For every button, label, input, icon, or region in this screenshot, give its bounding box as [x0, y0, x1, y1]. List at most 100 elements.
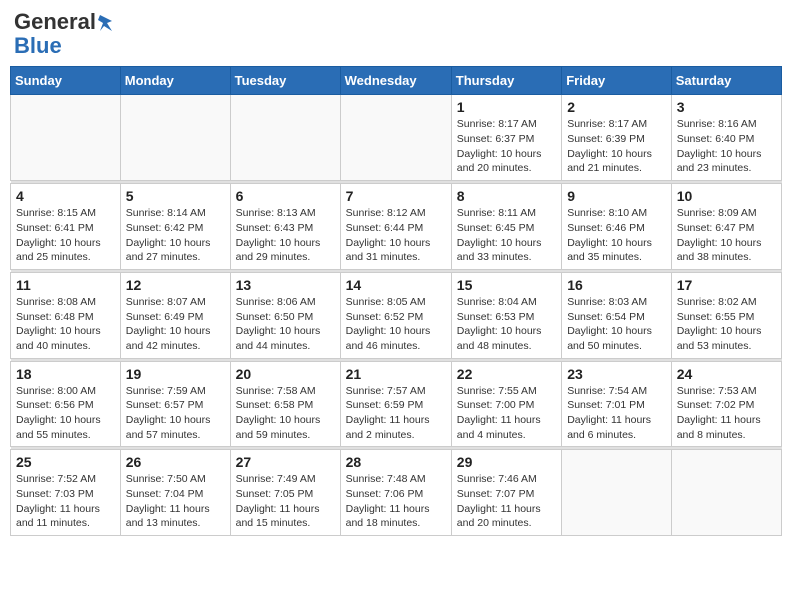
day-number: 13: [236, 277, 335, 293]
day-number: 6: [236, 188, 335, 204]
calendar-cell: 28 Sunrise: 7:48 AM Sunset: 7:06 PM Dayli…: [340, 450, 451, 536]
day-number: 29: [457, 454, 556, 470]
calendar-cell: 8 Sunrise: 8:11 AM Sunset: 6:45 PM Daylig…: [451, 184, 561, 270]
day-number: 23: [567, 366, 666, 382]
day-number: 26: [126, 454, 225, 470]
calendar-cell: 20 Sunrise: 7:58 AM Sunset: 6:58 PM Dayli…: [230, 361, 340, 447]
day-number: 8: [457, 188, 556, 204]
calendar-cell: 23 Sunrise: 7:54 AM Sunset: 7:01 PM Dayli…: [562, 361, 672, 447]
calendar-cell: 3Sunrise: 8:16 AM Sunset: 6:40 PM Daylig…: [671, 95, 781, 181]
day-info: Sunrise: 8:16 AM Sunset: 6:40 PM Dayligh…: [677, 117, 776, 176]
day-info: Sunrise: 8:12 AM Sunset: 6:44 PM Dayligh…: [346, 206, 446, 265]
day-number: 14: [346, 277, 446, 293]
day-number: 9: [567, 188, 666, 204]
calendar-cell: 1Sunrise: 8:17 AM Sunset: 6:37 PM Daylig…: [451, 95, 561, 181]
header-sunday: Sunday: [11, 67, 121, 95]
header-friday: Friday: [562, 67, 672, 95]
day-number: 15: [457, 277, 556, 293]
day-number: 27: [236, 454, 335, 470]
calendar-cell: 29 Sunrise: 7:46 AM Sunset: 7:07 PM Dayli…: [451, 450, 561, 536]
calendar-cell: 24Sunrise: 7:53 AM Sunset: 7:02 PM Dayli…: [671, 361, 781, 447]
calendar-cell: 12 Sunrise: 8:07 AM Sunset: 6:49 PM Dayli…: [120, 272, 230, 358]
logo-line1: General: [14, 10, 114, 34]
calendar-cell: 6 Sunrise: 8:13 AM Sunset: 6:43 PM Daylig…: [230, 184, 340, 270]
calendar-cell: [230, 95, 340, 181]
calendar-cell: 21 Sunrise: 7:57 AM Sunset: 6:59 PM Dayli…: [340, 361, 451, 447]
calendar-cell: 14 Sunrise: 8:05 AM Sunset: 6:52 PM Dayli…: [340, 272, 451, 358]
calendar-cell: 16Sunrise: 8:03 AM Sunset: 6:54 PM Dayli…: [562, 272, 672, 358]
calendar-cell: 7Sunrise: 8:12 AM Sunset: 6:44 PM Daylig…: [340, 184, 451, 270]
calendar-cell: 19 Sunrise: 7:59 AM Sunset: 6:57 PM Dayli…: [120, 361, 230, 447]
calendar-header-row: SundayMondayTuesdayWednesdayThursdayFrid…: [11, 67, 782, 95]
day-number: 18: [16, 366, 115, 382]
day-info: Sunrise: 8:13 AM Sunset: 6:43 PM Dayligh…: [236, 206, 335, 265]
day-info: Sunrise: 8:07 AM Sunset: 6:49 PM Dayligh…: [126, 295, 225, 354]
day-number: 20: [236, 366, 335, 382]
logo-line2: Blue: [14, 34, 62, 58]
day-info: Sunrise: 8:10 AM Sunset: 6:46 PM Dayligh…: [567, 206, 666, 265]
calendar-week-1: 4 Sunrise: 8:15 AM Sunset: 6:41 PM Daylig…: [11, 184, 782, 270]
day-number: 17: [677, 277, 776, 293]
calendar-cell: 2 Sunrise: 8:17 AM Sunset: 6:39 PM Daylig…: [562, 95, 672, 181]
calendar-cell: 27 Sunrise: 7:49 AM Sunset: 7:05 PM Dayli…: [230, 450, 340, 536]
day-info: Sunrise: 7:49 AM Sunset: 7:05 PM Dayligh…: [236, 472, 335, 531]
day-info: Sunrise: 7:48 AM Sunset: 7:06 PM Dayligh…: [346, 472, 446, 531]
day-number: 25: [16, 454, 115, 470]
calendar-cell: 25 Sunrise: 7:52 AM Sunset: 7:03 PM Dayli…: [11, 450, 121, 536]
day-info: Sunrise: 8:02 AM Sunset: 6:55 PM Dayligh…: [677, 295, 776, 354]
day-info: Sunrise: 7:46 AM Sunset: 7:07 PM Dayligh…: [457, 472, 556, 531]
day-info: Sunrise: 7:58 AM Sunset: 6:58 PM Dayligh…: [236, 384, 335, 443]
calendar-cell: 5 Sunrise: 8:14 AM Sunset: 6:42 PM Daylig…: [120, 184, 230, 270]
day-number: 12: [126, 277, 225, 293]
header-monday: Monday: [120, 67, 230, 95]
calendar-cell: [562, 450, 672, 536]
calendar-cell: 17 Sunrise: 8:02 AM Sunset: 6:55 PM Dayli…: [671, 272, 781, 358]
day-info: Sunrise: 7:59 AM Sunset: 6:57 PM Dayligh…: [126, 384, 225, 443]
day-info: Sunrise: 8:03 AM Sunset: 6:54 PM Dayligh…: [567, 295, 666, 354]
day-number: 11: [16, 277, 115, 293]
day-info: Sunrise: 8:00 AM Sunset: 6:56 PM Dayligh…: [16, 384, 115, 443]
calendar-cell: [340, 95, 451, 181]
day-info: Sunrise: 8:05 AM Sunset: 6:52 PM Dayligh…: [346, 295, 446, 354]
day-number: 19: [126, 366, 225, 382]
day-info: Sunrise: 8:04 AM Sunset: 6:53 PM Dayligh…: [457, 295, 556, 354]
day-info: Sunrise: 8:06 AM Sunset: 6:50 PM Dayligh…: [236, 295, 335, 354]
calendar-cell: 4 Sunrise: 8:15 AM Sunset: 6:41 PM Daylig…: [11, 184, 121, 270]
calendar-cell: [11, 95, 121, 181]
calendar-week-3: 18 Sunrise: 8:00 AM Sunset: 6:56 PM Dayli…: [11, 361, 782, 447]
header: General Blue: [10, 10, 782, 58]
day-number: 24: [677, 366, 776, 382]
day-number: 1: [457, 99, 556, 115]
calendar-cell: [120, 95, 230, 181]
header-tuesday: Tuesday: [230, 67, 340, 95]
day-number: 22: [457, 366, 556, 382]
day-info: Sunrise: 8:08 AM Sunset: 6:48 PM Dayligh…: [16, 295, 115, 354]
calendar-week-0: 1Sunrise: 8:17 AM Sunset: 6:37 PM Daylig…: [11, 95, 782, 181]
day-info: Sunrise: 7:54 AM Sunset: 7:01 PM Dayligh…: [567, 384, 666, 443]
day-info: Sunrise: 8:14 AM Sunset: 6:42 PM Dayligh…: [126, 206, 225, 265]
header-thursday: Thursday: [451, 67, 561, 95]
calendar-cell: 22 Sunrise: 7:55 AM Sunset: 7:00 PM Dayli…: [451, 361, 561, 447]
header-saturday: Saturday: [671, 67, 781, 95]
day-number: 10: [677, 188, 776, 204]
calendar-cell: [671, 450, 781, 536]
day-number: 2: [567, 99, 666, 115]
calendar-cell: 9 Sunrise: 8:10 AM Sunset: 6:46 PM Daylig…: [562, 184, 672, 270]
calendar-cell: 11 Sunrise: 8:08 AM Sunset: 6:48 PM Dayli…: [11, 272, 121, 358]
day-info: Sunrise: 8:17 AM Sunset: 6:39 PM Dayligh…: [567, 117, 666, 176]
day-info: Sunrise: 7:57 AM Sunset: 6:59 PM Dayligh…: [346, 384, 446, 443]
logo: General Blue: [14, 10, 114, 58]
calendar-week-2: 11 Sunrise: 8:08 AM Sunset: 6:48 PM Dayli…: [11, 272, 782, 358]
calendar-cell: 18 Sunrise: 8:00 AM Sunset: 6:56 PM Dayli…: [11, 361, 121, 447]
day-number: 4: [16, 188, 115, 204]
day-info: Sunrise: 7:50 AM Sunset: 7:04 PM Dayligh…: [126, 472, 225, 531]
day-number: 5: [126, 188, 225, 204]
day-info: Sunrise: 8:11 AM Sunset: 6:45 PM Dayligh…: [457, 206, 556, 265]
calendar-cell: 13 Sunrise: 8:06 AM Sunset: 6:50 PM Dayli…: [230, 272, 340, 358]
header-wednesday: Wednesday: [340, 67, 451, 95]
day-number: 28: [346, 454, 446, 470]
day-number: 21: [346, 366, 446, 382]
day-info: Sunrise: 7:55 AM Sunset: 7:00 PM Dayligh…: [457, 384, 556, 443]
day-info: Sunrise: 8:15 AM Sunset: 6:41 PM Dayligh…: [16, 206, 115, 265]
day-info: Sunrise: 7:52 AM Sunset: 7:03 PM Dayligh…: [16, 472, 115, 531]
